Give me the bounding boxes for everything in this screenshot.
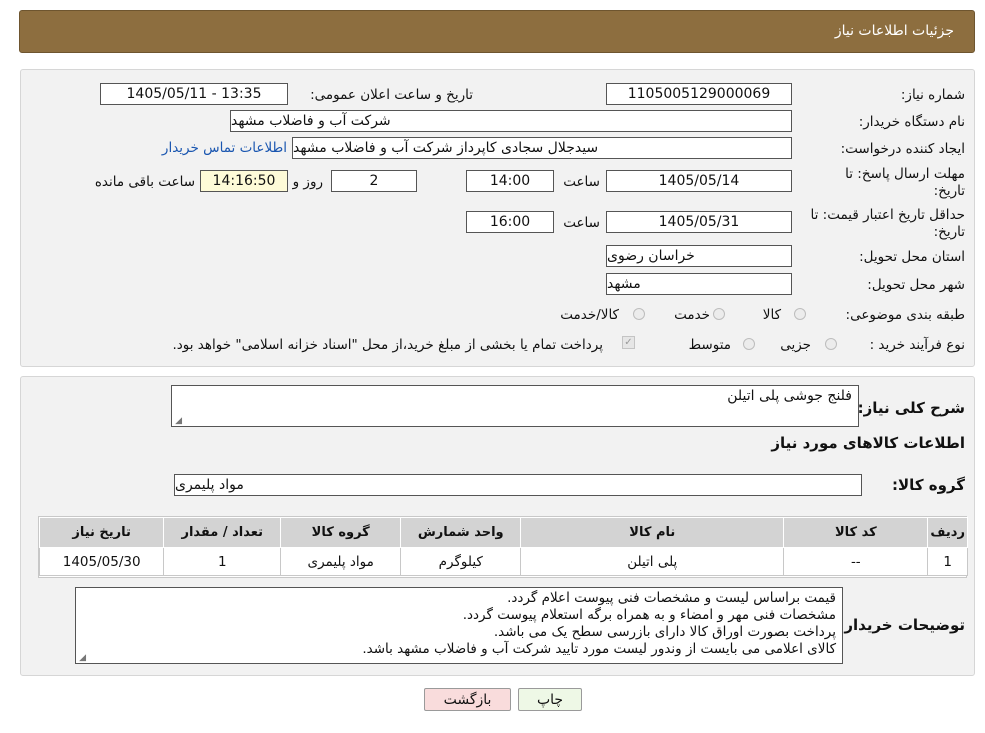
requester-label: ایجاد کننده درخواست: bbox=[840, 141, 965, 157]
process-option-medium: متوسط bbox=[688, 337, 731, 353]
announce-label: تاریخ و ساعت اعلان عمومی: bbox=[310, 87, 473, 103]
province-label: استان محل تحویل: bbox=[859, 249, 965, 265]
requester-field: سیدجلال سجادی کاپرداز شرکت آب و فاضلاب م… bbox=[292, 137, 792, 159]
cell-need-date: 1405/05/30 bbox=[38, 547, 165, 576]
resize-grip-icon[interactable]: ◢ bbox=[174, 417, 182, 426]
province-field: خراسان رضوی bbox=[606, 245, 792, 267]
buyer-notes-textarea[interactable]: قیمت براساس لیست و مشخصات فنی پیوست اعلا… bbox=[75, 587, 843, 664]
cell-item-name: پلی اتیلن bbox=[520, 547, 785, 576]
cell-unit: کیلوگرم bbox=[400, 547, 522, 576]
print-button[interactable]: چاپ bbox=[518, 688, 582, 711]
buyer-notes-label: توضیحات خریدار: bbox=[838, 616, 965, 634]
col-header-need-date: تاریخ نیاز bbox=[38, 517, 165, 548]
cell-item-code: -- bbox=[783, 547, 929, 576]
items-table-wrapper: ردیف کد کالا نام کالا واحد شمارش گروه کا… bbox=[38, 516, 968, 578]
deadline-label-line2: تاریخ: bbox=[933, 183, 965, 199]
buyer-note-line: کالای اعلامی می بایست از وندور لیست مورد… bbox=[362, 641, 836, 657]
city-label: شهر محل تحویل: bbox=[867, 277, 965, 293]
goods-group-field: مواد پلیمری bbox=[174, 474, 862, 496]
table-header-row: ردیف کد کالا نام کالا واحد شمارش گروه کا… bbox=[38, 517, 968, 548]
goods-info-title: اطلاعات کالاهای مورد نیاز bbox=[771, 434, 965, 452]
buyer-contact-link[interactable]: اطلاعات تماس خریدار bbox=[162, 140, 287, 156]
buyer-note-line: پرداخت بصورت اوراق کالا دارای بازرسی سطح… bbox=[493, 624, 836, 640]
col-header-group: گروه کالا bbox=[280, 517, 402, 548]
items-table: ردیف کد کالا نام کالا واحد شمارش گروه کا… bbox=[38, 517, 968, 576]
city-field: مشهد bbox=[606, 273, 792, 295]
summary-label: شرح کلی نیاز: bbox=[857, 399, 965, 417]
summary-text: فلنج جوشی پلی اتیلن bbox=[727, 388, 852, 404]
category-radio-service[interactable] bbox=[713, 308, 725, 320]
category-radio-goods[interactable] bbox=[794, 308, 806, 320]
treasury-checkbox[interactable]: ✓ bbox=[622, 336, 635, 349]
goods-group-label: گروه کالا: bbox=[892, 476, 965, 494]
summary-textarea[interactable]: فلنج جوشی پلی اتیلن ◢ bbox=[171, 385, 859, 427]
deadline-time-field: 14:00 bbox=[466, 170, 554, 192]
validity-time-label: ساعت bbox=[563, 215, 600, 231]
table-row: 1 -- پلی اتیلن کیلوگرم مواد پلیمری 1 140… bbox=[38, 547, 968, 576]
buyer-note-line: قیمت براساس لیست و مشخصات فنی پیوست اعلا… bbox=[507, 590, 836, 606]
col-header-item-code: کد کالا bbox=[783, 517, 929, 548]
announce-field: 1405/05/11 - 13:35 bbox=[100, 83, 288, 105]
need-number-label: شماره نیاز: bbox=[900, 87, 965, 103]
validity-time-field: 16:00 bbox=[466, 211, 554, 233]
remaining-time-field: 14:16:50 bbox=[200, 170, 288, 192]
process-type-label: نوع فرآیند خرید : bbox=[869, 337, 965, 353]
back-button[interactable]: بازگشت bbox=[424, 688, 511, 711]
deadline-label-line1: مهلت ارسال پاسخ: تا bbox=[845, 166, 965, 182]
col-header-unit: واحد شمارش bbox=[400, 517, 522, 548]
col-header-item-name: نام کالا bbox=[520, 517, 785, 548]
cell-quantity: 1 bbox=[163, 547, 282, 576]
page-title: جزئیات اطلاعات نیاز bbox=[834, 23, 954, 39]
col-header-quantity: تعداد / مقدار bbox=[163, 517, 282, 548]
need-number-field: 1105005129000069 bbox=[606, 83, 792, 105]
payment-note: پرداخت تمام یا بخشی از مبلغ خرید،از محل … bbox=[172, 337, 603, 353]
cell-row-number: 1 bbox=[927, 547, 968, 576]
remaining-time-label: ساعت باقی مانده bbox=[94, 174, 195, 190]
buyer-org-field: شرکت آب و فاضلاب مشهد bbox=[230, 110, 792, 132]
category-label: طبقه بندی موضوعی: bbox=[845, 307, 965, 323]
days-label: روز و bbox=[292, 174, 323, 190]
category-option-goods-service: کالا/خدمت bbox=[560, 307, 619, 323]
category-radio-goods-service[interactable] bbox=[633, 308, 645, 320]
category-option-service: خدمت bbox=[674, 307, 710, 323]
process-radio-medium[interactable] bbox=[743, 338, 755, 350]
deadline-time-label: ساعت bbox=[563, 174, 600, 190]
resize-grip-icon[interactable]: ◢ bbox=[78, 654, 86, 663]
validity-label-line2: تاریخ: bbox=[933, 224, 965, 240]
cell-group: مواد پلیمری bbox=[280, 547, 402, 576]
validity-label-line1: حداقل تاریخ اعتبار قیمت: تا bbox=[810, 207, 965, 223]
deadline-date-field: 1405/05/14 bbox=[606, 170, 792, 192]
buyer-org-label: نام دستگاه خریدار: bbox=[858, 114, 965, 130]
category-option-goods: کالا bbox=[762, 307, 781, 323]
validity-date-field: 1405/05/31 bbox=[606, 211, 792, 233]
col-header-row-number: ردیف bbox=[927, 517, 968, 548]
process-radio-minor[interactable] bbox=[825, 338, 837, 350]
days-remaining-field: 2 bbox=[331, 170, 417, 192]
buyer-note-line: مشخصات فنی مهر و امضاء و به همراه برگه ا… bbox=[462, 607, 836, 623]
process-option-minor: جزیی bbox=[780, 337, 811, 353]
page-header: جزئیات اطلاعات نیاز bbox=[19, 10, 975, 53]
